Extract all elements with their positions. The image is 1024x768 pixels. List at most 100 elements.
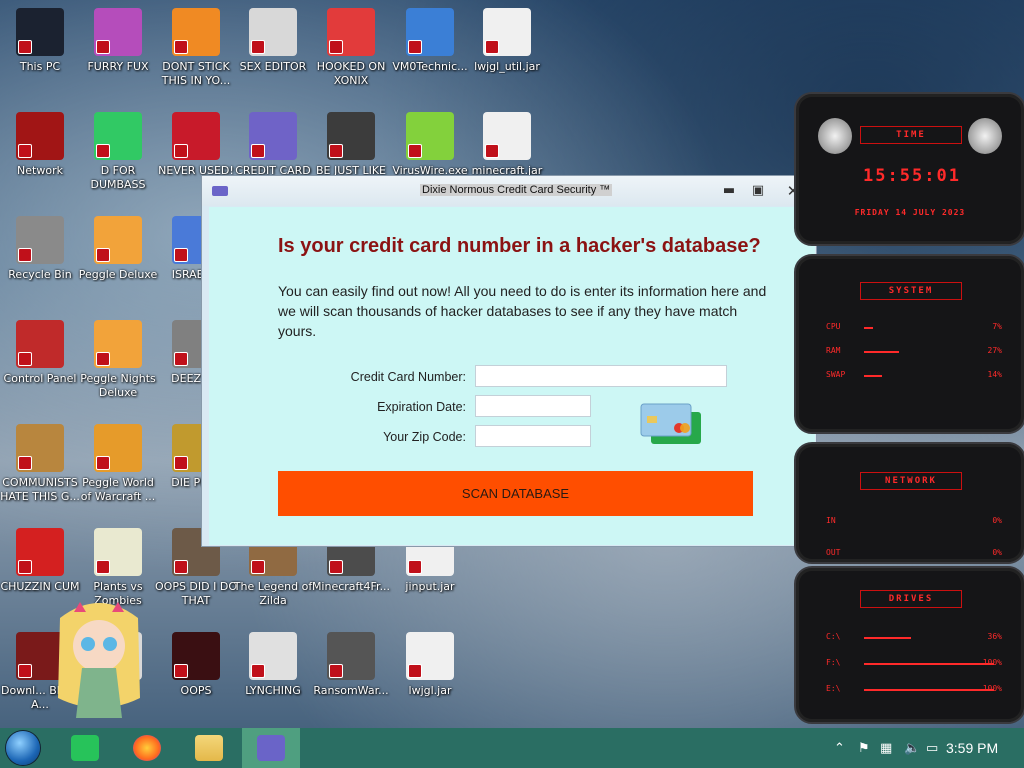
desktop-icon-label: lwjgl.jar xyxy=(408,684,452,697)
app-icon xyxy=(16,424,64,472)
desktop-icon[interactable]: LYNCHING xyxy=(231,632,315,698)
desktop-icon[interactable]: FURRY FUX xyxy=(76,8,160,74)
desktop-icon[interactable]: lwjgl_util.jar xyxy=(465,8,549,74)
expiration-date-label: Expiration Date: xyxy=(377,400,466,414)
maximize-button[interactable]: ▣ xyxy=(747,180,769,202)
shortcut-badge-icon xyxy=(18,456,32,470)
drives-widget: DRIVES C:\ 36% F:\100% E:\100% xyxy=(794,566,1024,724)
app-icon xyxy=(249,8,297,56)
desktop-icon-label: COMMUNISTS HATE THIS G... xyxy=(0,476,80,503)
app-icon xyxy=(483,112,531,160)
desktop-icon[interactable]: SEX EDITOR xyxy=(231,8,315,74)
app-icon xyxy=(172,632,220,680)
time-clock: 15:55:01 xyxy=(863,166,961,186)
desktop-icon[interactable]: VM0Technic... xyxy=(388,8,472,74)
desktop-icon-label: OOPS xyxy=(180,684,212,697)
shortcut-badge-icon xyxy=(18,560,32,574)
time-date: FRIDAY 14 JULY 2023 xyxy=(854,208,966,217)
time-title: TIME xyxy=(860,126,962,144)
app-icon xyxy=(212,186,228,196)
app-icon xyxy=(172,8,220,56)
network-icon[interactable]: ▦ xyxy=(880,741,892,756)
taskbar-app-credit-card-checker[interactable] xyxy=(242,728,300,768)
app-icon xyxy=(483,8,531,56)
taskbar-app-file-explorer[interactable] xyxy=(180,728,238,768)
desktop-icon[interactable]: Peggle World of Warcraft ... xyxy=(76,424,160,504)
desktop-icon[interactable]: VirusWire.exe xyxy=(388,112,472,178)
app-icon xyxy=(327,8,375,56)
taskbar: ⌃ ⚑ ▦ 🔈 ▭ 3:59 PM xyxy=(0,728,1024,768)
desktop-icon-label: This PC xyxy=(19,60,61,73)
desktop-icon[interactable]: HOOKED ON XONIX xyxy=(309,8,393,88)
drives-row-label: C:\ xyxy=(826,632,841,641)
desktop-icon-label: Peggle World of Warcraft ... xyxy=(80,476,156,503)
desktop-icon-label: jinput.jar xyxy=(405,580,455,593)
desktop-icon-label: SEX EDITOR xyxy=(239,60,307,73)
desktop-icon[interactable]: RansomWar... xyxy=(309,632,393,698)
drives-row-label: F:\ xyxy=(826,658,841,667)
scan-database-button[interactable]: SCAN DATABASE xyxy=(278,471,753,516)
dialog-title: Dixie Normous Credit Card Security ™ xyxy=(420,184,613,196)
desktop-icon[interactable]: COMMUNISTS HATE THIS G... xyxy=(0,424,82,504)
app-icon xyxy=(16,216,64,264)
expiration-date-input[interactable] xyxy=(475,395,591,417)
desktop-icon[interactable]: OOPS xyxy=(154,632,238,698)
card-number-input[interactable] xyxy=(475,365,727,387)
app-icon xyxy=(406,632,454,680)
desktop-icon[interactable]: CHUZZIN CUM xyxy=(0,528,82,594)
cartoon-character-image xyxy=(50,598,148,720)
drives-row: F:\100% xyxy=(826,658,1002,670)
drives-row: C:\ 36% xyxy=(826,632,1002,644)
credit-card-security-dialog: Dixie Normous Credit Card Security ™ ▬ ▣… xyxy=(202,176,816,546)
taskbar-app-firefox[interactable] xyxy=(118,728,176,768)
dialog-titlebar[interactable]: Dixie Normous Credit Card Security ™ ▬ ▣… xyxy=(202,176,816,206)
app-icon xyxy=(16,8,64,56)
dialog-content: Is your credit card number in a hacker's… xyxy=(209,207,815,545)
system-row: SWAP 14% xyxy=(826,370,1002,382)
shortcut-badge-icon xyxy=(251,560,265,574)
desktop-icon-label: RansomWar... xyxy=(313,684,389,697)
desktop-icon[interactable]: lwjgl.jar xyxy=(388,632,472,698)
app-icon xyxy=(16,528,64,576)
desktop-icon[interactable]: Network xyxy=(0,112,82,178)
start-button[interactable] xyxy=(6,731,40,765)
network-row: OUT 0% xyxy=(826,548,1002,560)
shortcut-badge-icon xyxy=(329,40,343,54)
drives-level-bar xyxy=(864,689,994,691)
flag-icon[interactable]: ⚑ xyxy=(858,741,870,756)
shortcut-badge-icon xyxy=(174,456,188,470)
volume-icon[interactable]: 🔈 xyxy=(904,741,920,756)
taskbar-app-d-for-dumbass[interactable] xyxy=(56,728,114,768)
desktop-icon[interactable]: Recycle Bin xyxy=(0,216,82,282)
desktop-icon[interactable]: DONT STICK THIS IN YO... xyxy=(154,8,238,88)
card-number-label: Credit Card Number: xyxy=(350,370,466,384)
app-icon xyxy=(172,112,220,160)
shortcut-badge-icon xyxy=(408,40,422,54)
desktop-icon-label: Peggle Deluxe xyxy=(78,268,158,281)
zip-code-input[interactable] xyxy=(475,425,591,447)
shortcut-badge-icon xyxy=(174,248,188,262)
desktop-icon-label: Peggle Nights Deluxe xyxy=(80,372,156,399)
desktop-icon[interactable]: This PC xyxy=(0,8,82,74)
shortcut-badge-icon xyxy=(251,664,265,678)
desktop-icon-label: HOOKED ON XONIX xyxy=(316,60,386,87)
desktop-icon[interactable]: minecraft.jar xyxy=(465,112,549,178)
taskbar-clock[interactable]: 3:59 PM xyxy=(946,740,998,756)
desktop-icon[interactable]: Peggle Nights Deluxe xyxy=(76,320,160,400)
system-widget: SYSTEM CPU 7% RAM 27% SWAP 14% xyxy=(794,254,1024,434)
desktop-icon[interactable]: Control Panel xyxy=(0,320,82,386)
desktop-icon[interactable]: D FOR DUMBASS xyxy=(76,112,160,192)
chevron-up-icon[interactable]: ⌃ xyxy=(834,741,845,756)
drives-level-bar xyxy=(864,663,994,665)
time-widget: TIME 15:55:01 FRIDAY 14 JULY 2023 xyxy=(794,92,1024,246)
notification-icon[interactable]: ▭ xyxy=(926,741,938,756)
minimize-button[interactable]: ▬ xyxy=(718,180,740,202)
shortcut-badge-icon xyxy=(96,144,110,158)
desktop-icon-label: VM0Technic... xyxy=(392,60,468,73)
desktop-icon[interactable]: Plants vs Zombies xyxy=(76,528,160,608)
shortcut-badge-icon xyxy=(174,352,188,366)
desktop-icon[interactable]: Peggle Deluxe xyxy=(76,216,160,282)
system-level-bar xyxy=(864,327,874,329)
desktop-icon[interactable]: NEVER USED! xyxy=(154,112,238,178)
shortcut-badge-icon xyxy=(18,664,32,678)
